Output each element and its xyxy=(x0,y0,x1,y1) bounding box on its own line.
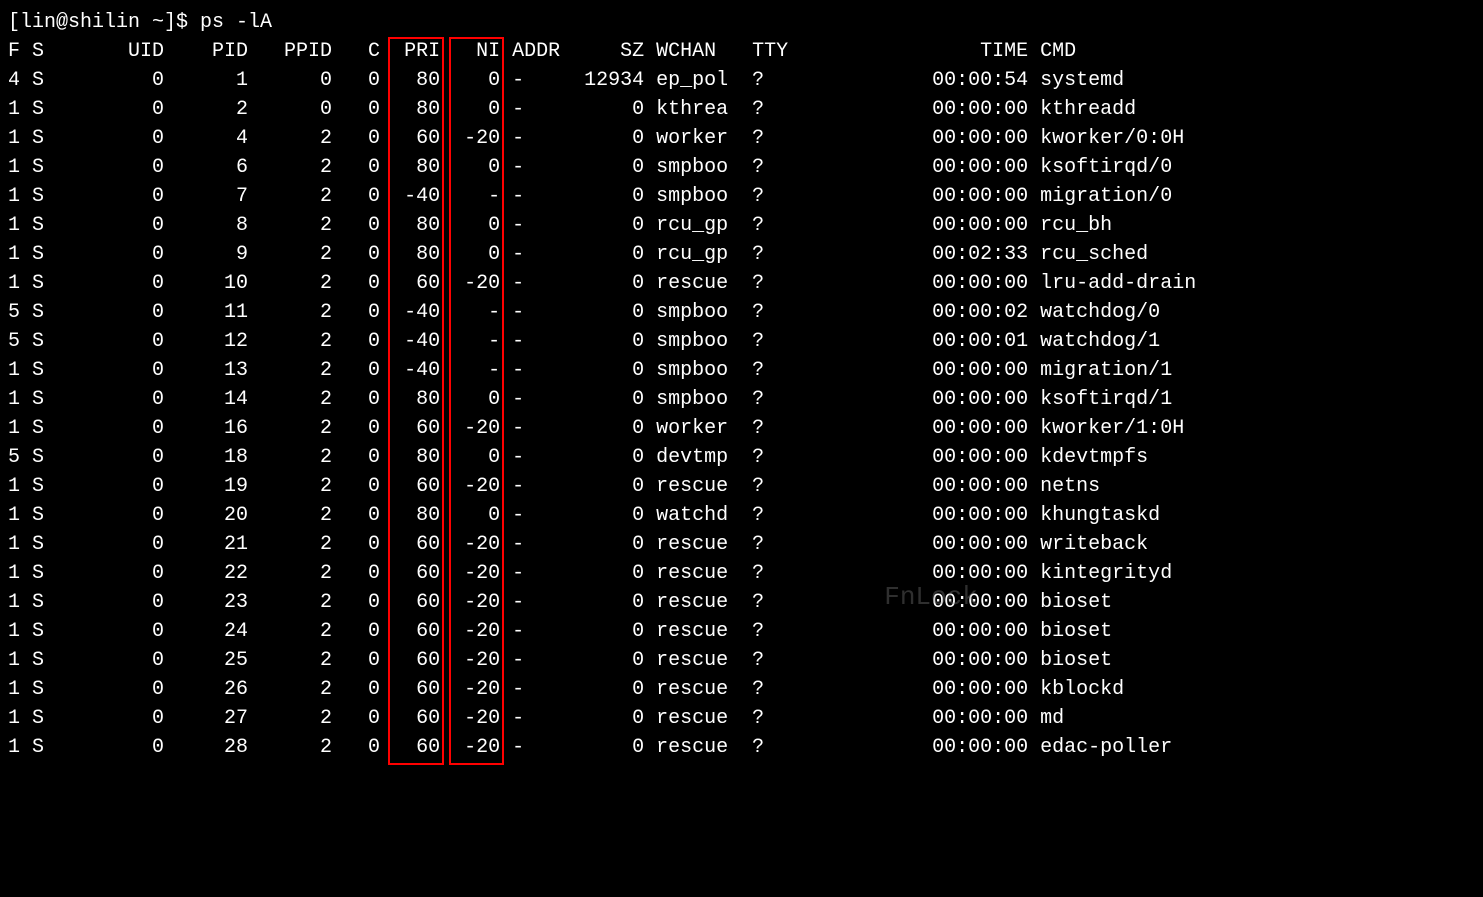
ps-row: 5 S 0 11 2 0 -40 - - 0 smpboo ? 00:00:02… xyxy=(8,298,1475,327)
ps-row: 1 S 0 10 2 0 60 -20 - 0 rescue ? 00:00:0… xyxy=(8,269,1475,298)
ps-row: 1 S 0 8 2 0 80 0 - 0 rcu_gp ? 00:00:00 r… xyxy=(8,211,1475,240)
ps-row: 1 S 0 7 2 0 -40 - - 0 smpboo ? 00:00:00 … xyxy=(8,182,1475,211)
shell-prompt[interactable]: [lin@shilin ~]$ ps -lA xyxy=(8,8,1475,37)
ps-row: 1 S 0 2 0 0 80 0 - 0 kthrea ? 00:00:00 k… xyxy=(8,95,1475,124)
ps-row: 1 S 0 20 2 0 80 0 - 0 watchd ? 00:00:00 … xyxy=(8,501,1475,530)
ps-row: 1 S 0 22 2 0 60 -20 - 0 rescue ? 00:00:0… xyxy=(8,559,1475,588)
ps-row: 4 S 0 1 0 0 80 0 - 12934 ep_pol ? 00:00:… xyxy=(8,66,1475,95)
ps-row: 1 S 0 9 2 0 80 0 - 0 rcu_gp ? 00:02:33 r… xyxy=(8,240,1475,269)
ps-row: 1 S 0 26 2 0 60 -20 - 0 rescue ? 00:00:0… xyxy=(8,675,1475,704)
ps-row: 5 S 0 12 2 0 -40 - - 0 smpboo ? 00:00:01… xyxy=(8,327,1475,356)
ps-row: 1 S 0 24 2 0 60 -20 - 0 rescue ? 00:00:0… xyxy=(8,617,1475,646)
ps-header-row: F S UID PID PPID C PRI NI ADDR SZ WCHAN … xyxy=(8,37,1475,66)
ps-row: 1 S 0 23 2 0 60 -20 - 0 rescue ? 00:00:0… xyxy=(8,588,1475,617)
ps-row: 1 S 0 16 2 0 60 -20 - 0 worker ? 00:00:0… xyxy=(8,414,1475,443)
ps-row: 1 S 0 27 2 0 60 -20 - 0 rescue ? 00:00:0… xyxy=(8,704,1475,733)
ps-row: 5 S 0 18 2 0 80 0 - 0 devtmp ? 00:00:00 … xyxy=(8,443,1475,472)
ps-output-table: F S UID PID PPID C PRI NI ADDR SZ WCHAN … xyxy=(8,37,1475,762)
ps-row: 1 S 0 25 2 0 60 -20 - 0 rescue ? 00:00:0… xyxy=(8,646,1475,675)
ps-row: 1 S 0 13 2 0 -40 - - 0 smpboo ? 00:00:00… xyxy=(8,356,1475,385)
ps-row: 1 S 0 28 2 0 60 -20 - 0 rescue ? 00:00:0… xyxy=(8,733,1475,762)
ps-row: 1 S 0 19 2 0 60 -20 - 0 rescue ? 00:00:0… xyxy=(8,472,1475,501)
ps-row: 1 S 0 14 2 0 80 0 - 0 smpboo ? 00:00:00 … xyxy=(8,385,1475,414)
ps-row: 1 S 0 21 2 0 60 -20 - 0 rescue ? 00:00:0… xyxy=(8,530,1475,559)
ps-row: 1 S 0 4 2 0 60 -20 - 0 worker ? 00:00:00… xyxy=(8,124,1475,153)
ps-row: 1 S 0 6 2 0 80 0 - 0 smpboo ? 00:00:00 k… xyxy=(8,153,1475,182)
